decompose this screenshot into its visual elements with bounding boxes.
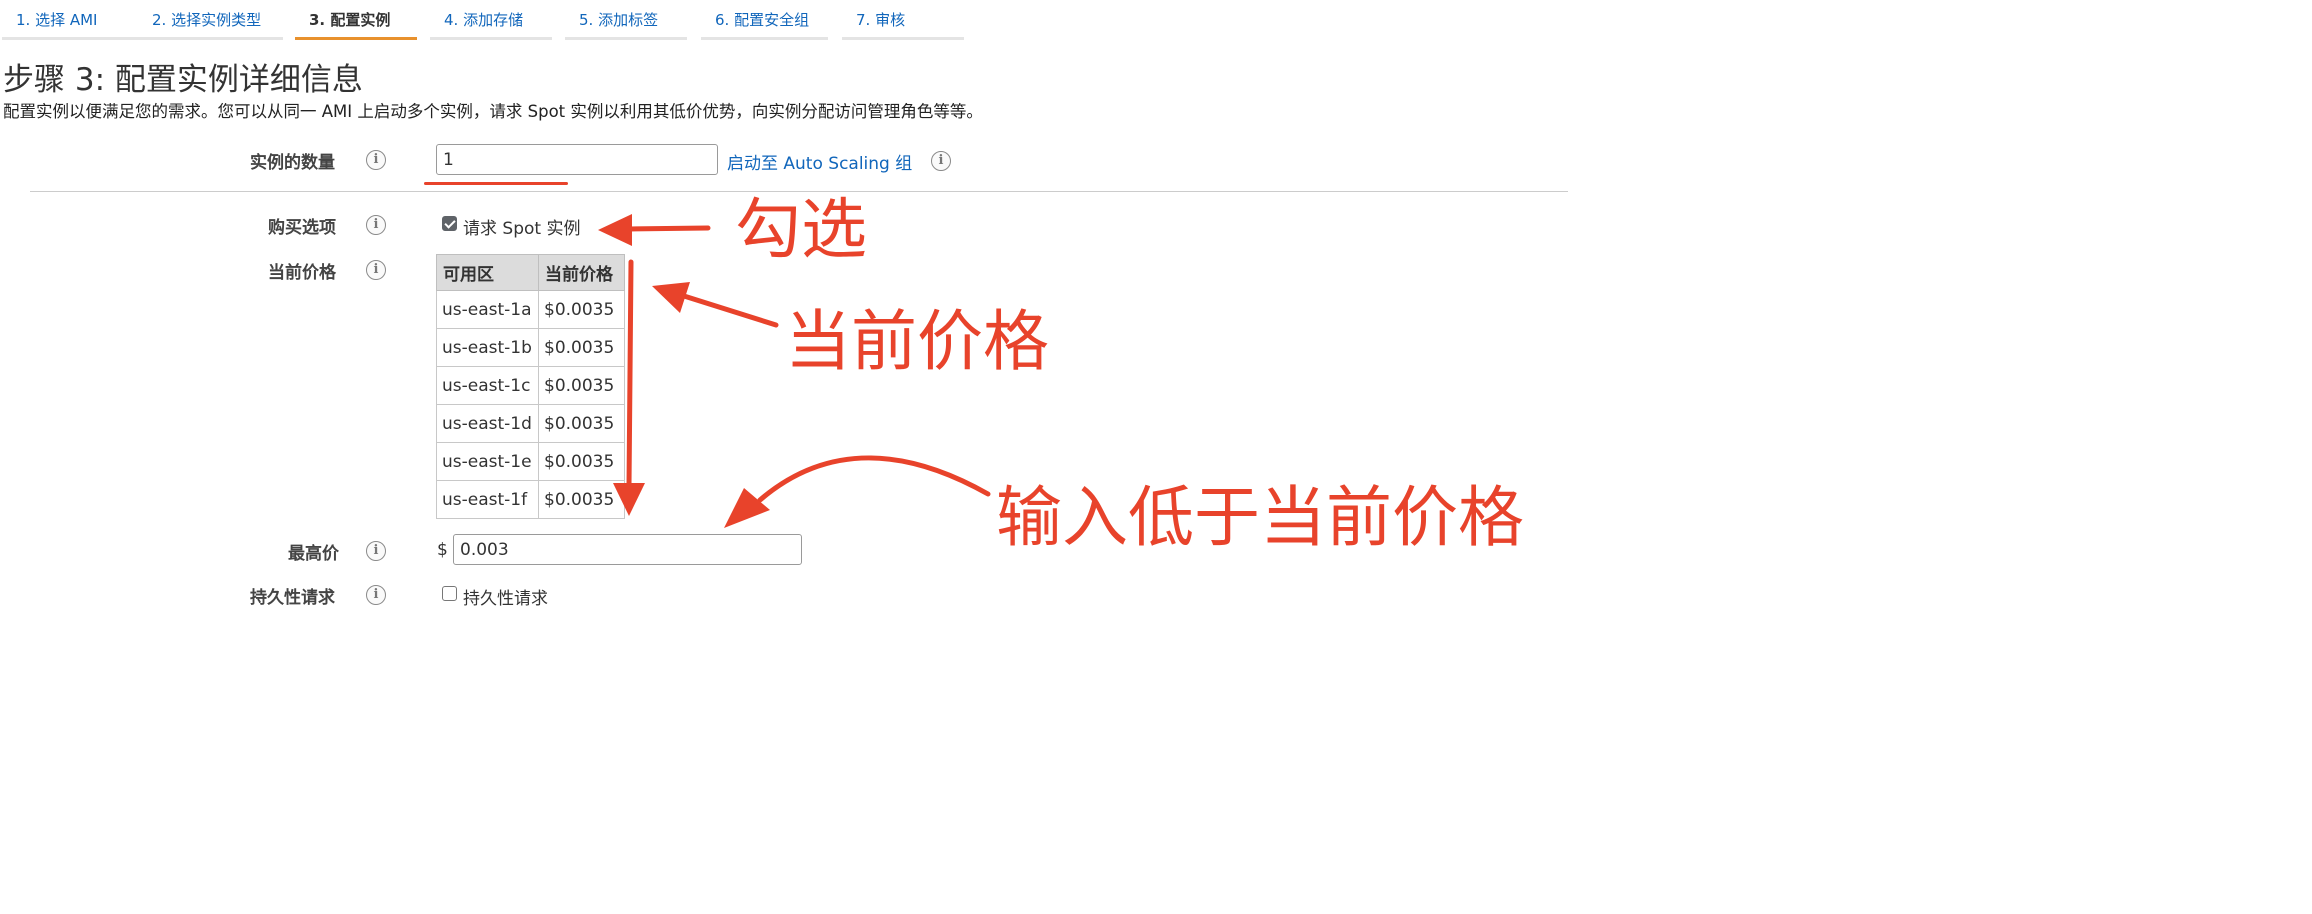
auto-scaling-info-icon[interactable]: i (931, 151, 951, 171)
request-spot-instance-label[interactable]: 请求 Spot 实例 (463, 214, 580, 239)
table-header-row: 可用区 当前价格 (436, 254, 625, 291)
table-row: us-east-1c $0.0035 (436, 366, 625, 405)
current-price-table: 可用区 当前价格 us-east-1a $0.0035 us-east-1b $… (436, 254, 625, 519)
page-title: 步骤 3: 配置实例详细信息 (3, 62, 363, 98)
launch-into-auto-scaling-link[interactable]: 启动至 Auto Scaling 组 (727, 149, 912, 174)
annotation-current-price: 当前价格 (785, 303, 1049, 380)
table-row: us-east-1d $0.0035 (436, 404, 625, 443)
persistent-request-info-icon[interactable]: i (366, 585, 386, 605)
tab-review[interactable]: 7. 审核 (842, 0, 964, 40)
tab-configure-instance[interactable]: 3. 配置实例 (295, 0, 417, 40)
max-price-info-icon[interactable]: i (366, 541, 386, 561)
purchase-option-info-icon[interactable]: i (366, 215, 386, 235)
tab-select-ami[interactable]: 1. 选择 AMI (2, 0, 138, 40)
instance-count-info-icon[interactable]: i (366, 150, 386, 170)
current-price-arrow (652, 282, 779, 328)
check-arrow (598, 214, 711, 246)
persistent-request-checkbox[interactable] (442, 586, 457, 601)
purchase-option-label: 购买选项 (268, 218, 336, 238)
annotation-enter-lower-price: 输入低于当前价格 (996, 479, 1524, 556)
price-cell: $0.0035 (538, 290, 625, 329)
zone-cell: us-east-1a (436, 290, 539, 329)
price-cell: $0.0035 (538, 404, 625, 443)
zone-cell: us-east-1d (436, 404, 539, 443)
max-price-label: 最高价 (288, 544, 339, 564)
current-price-label: 当前价格 (268, 263, 336, 283)
table-row: us-east-1f $0.0035 (436, 480, 625, 519)
table-row: us-east-1b $0.0035 (436, 328, 625, 367)
currency-symbol: $ (437, 540, 448, 560)
current-price-header: 当前价格 (538, 254, 625, 291)
current-price-info-icon[interactable]: i (366, 260, 386, 280)
instance-count-label: 实例的数量 (250, 153, 335, 173)
table-row: us-east-1e $0.0035 (436, 442, 625, 481)
table-row: us-east-1a $0.0035 (436, 290, 625, 329)
zone-cell: us-east-1e (436, 442, 539, 481)
zone-cell: us-east-1b (436, 328, 539, 367)
tab-add-tags[interactable]: 5. 添加标签 (565, 0, 687, 40)
price-cell: $0.0035 (538, 480, 625, 519)
zone-cell: us-east-1f (436, 480, 539, 519)
tab-select-instance-type[interactable]: 2. 选择实例类型 (138, 0, 283, 40)
zone-cell: us-east-1c (436, 366, 539, 405)
max-price-input[interactable] (453, 534, 802, 565)
persistent-request-checkbox-label[interactable]: 持久性请求 (463, 584, 548, 609)
tab-configure-security-group[interactable]: 6. 配置安全组 (701, 0, 828, 40)
availability-zone-header: 可用区 (436, 254, 539, 291)
instance-count-highlight (424, 182, 568, 185)
price-cell: $0.0035 (538, 328, 625, 367)
max-price-arrow (724, 455, 991, 528)
page-description: 配置实例以便满足您的需求。您可以从同一 AMI 上启动多个实例，请求 Spot … (3, 102, 983, 121)
persistent-request-label: 持久性请求 (250, 588, 335, 608)
price-cell: $0.0035 (538, 366, 625, 405)
request-spot-instance-checkbox[interactable] (442, 216, 457, 231)
price-cell: $0.0035 (538, 442, 625, 481)
tab-add-storage[interactable]: 4. 添加存储 (430, 0, 552, 40)
annotation-check: 勾选 (735, 191, 867, 268)
instance-count-input[interactable] (436, 144, 718, 175)
